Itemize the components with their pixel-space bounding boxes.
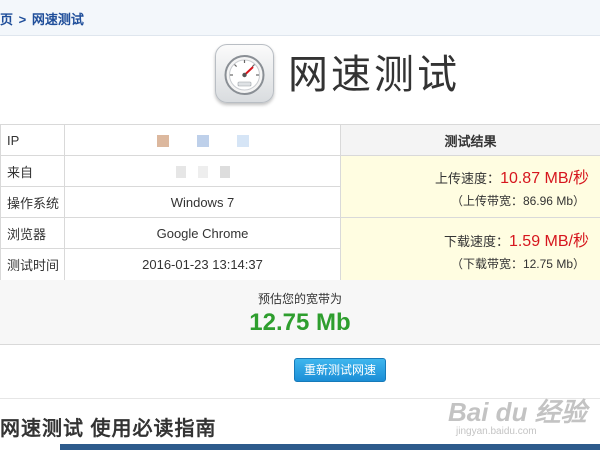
browser-value: Google Chrome <box>64 217 341 249</box>
download-speed: 下载速度：1.59 MB/秒 <box>342 227 599 251</box>
download-bandwidth: （下载带宽：12.75 Mb） <box>450 256 585 271</box>
row-label: 测试时间 <box>0 248 65 281</box>
download-result: 下载速度：1.59 MB/秒 （下载带宽：12.75 Mb） <box>340 217 600 281</box>
breadcrumb-separator: > <box>18 12 27 27</box>
estimate-value: 12.75 Mb <box>249 309 351 336</box>
row-label: 来自 <box>0 155 65 187</box>
baidu-jingyan-watermark: Bai du 经验 jingyan.baidu.com <box>448 382 598 442</box>
upload-speed: 上传速度：10.87 MB/秒 <box>342 164 599 188</box>
breadcrumb: 页 > 网速测试 <box>0 0 600 36</box>
page-header: 网速测试 <box>0 36 600 124</box>
redacted-location <box>170 164 236 179</box>
watermark-url: jingyan.baidu.com <box>456 426 537 437</box>
speedometer-icon <box>215 44 274 103</box>
bottom-bar <box>60 444 600 450</box>
location-value <box>64 155 341 187</box>
upload-speed-value: 10.87 MB/秒 <box>500 170 589 187</box>
ip-value <box>64 124 341 156</box>
breadcrumb-current-link[interactable]: 网速测试 <box>32 12 84 27</box>
redacted-ip <box>143 133 263 148</box>
upload-result: 上传速度：10.87 MB/秒 （上传带宽：86.96 Mb） <box>340 155 600 218</box>
row-label: 浏览器 <box>0 217 65 249</box>
os-value: Windows 7 <box>64 186 341 218</box>
watermark-text: Bai du 经验 <box>448 397 587 427</box>
estimate-label: 预估您的宽带为 <box>257 292 342 306</box>
retest-button[interactable]: 重新测试网速 <box>294 358 386 382</box>
breadcrumb-home-link[interactable]: 页 <box>0 12 13 27</box>
row-label: IP <box>0 124 65 156</box>
download-speed-value: 1.59 MB/秒 <box>508 232 589 250</box>
bandwidth-estimate: 预估您的宽带为 12.75 Mb <box>0 280 600 345</box>
guide-title: 网速测试 使用必读指南 <box>0 418 217 440</box>
download-speed-label: 下载速度： <box>443 233 509 249</box>
upload-speed-label: 上传速度： <box>435 171 501 186</box>
test-time-value: 2016-01-23 13:14:37 <box>64 248 341 281</box>
result-header: 测试结果 <box>340 124 600 156</box>
page-title: 网速测试 <box>288 52 460 98</box>
table-row: 来自 上传速度：10.87 MB/秒 （上传带宽：86.96 Mb） <box>0 155 600 218</box>
table-row: 浏览器 Google Chrome 下载速度：1.59 MB/秒 （下载带宽：1… <box>0 217 600 281</box>
upload-bandwidth: （上传带宽：86.96 Mb） <box>450 194 585 208</box>
row-label: 操作系统 <box>0 186 65 218</box>
table-row: IP 测试结果 <box>0 124 600 156</box>
test-info-table: IP 测试结果 来自 上传速度：10.87 MB/秒 （上传带宽：86.96 M… <box>0 124 600 281</box>
